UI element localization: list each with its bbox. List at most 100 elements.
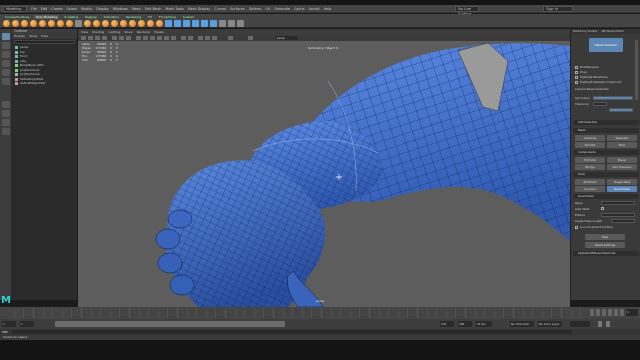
bevel-button[interactable]: Bevel (607, 157, 637, 163)
current-frame-field[interactable]: 1 (626, 309, 638, 316)
time-slider[interactable]: 1 (0, 307, 640, 319)
keyboard-shortcuts-section[interactable]: Keyboard/Mouse Shortcuts (573, 251, 639, 256)
workspace-selector[interactable]: Modeling (3, 5, 27, 12)
poly-sphere-icon[interactable] (3, 20, 10, 27)
nearest-component-checkbox[interactable] (575, 81, 578, 84)
menu-deform[interactable]: Deform (249, 6, 262, 12)
menu-uv[interactable]: UV (265, 6, 270, 12)
poly-cone-icon[interactable] (30, 20, 37, 27)
playback-speed-dropdown[interactable] (570, 321, 590, 327)
live-surface-field[interactable]: No Live Surface (455, 5, 480, 16)
camera-attributes-icon[interactable] (88, 36, 93, 40)
poly-pipe-icon[interactable] (66, 20, 73, 27)
gamma-icon[interactable] (248, 36, 253, 40)
pick-marquee-checkbox[interactable] (575, 66, 578, 69)
poly-cylinder-icon[interactable] (21, 20, 28, 27)
symmetry-option-field[interactable] (609, 108, 633, 112)
menu-display[interactable]: Display (96, 6, 109, 12)
image-plane-icon[interactable] (102, 36, 107, 40)
outliner-menu-show[interactable]: Show (29, 34, 37, 39)
object-selection-button[interactable]: Object Selection (589, 38, 623, 52)
toolkit-scrollbar[interactable] (635, 40, 638, 100)
step-forward-icon[interactable] (614, 309, 618, 316)
outliner-search-input[interactable] (14, 40, 75, 44)
menu-surfaces[interactable]: Surfaces (230, 6, 245, 12)
bevel-icon[interactable] (147, 20, 154, 27)
depth-of-field-icon[interactable] (212, 36, 217, 40)
add-divisions-button[interactable]: Add Divisions (607, 164, 637, 170)
menu-curves[interactable]: Curves (214, 6, 226, 12)
select-tool-icon[interactable] (2, 33, 10, 40)
multi-cut-button[interactable]: Multi-Cut (575, 179, 605, 185)
play-forward-icon[interactable] (608, 309, 612, 316)
shelf-tab[interactable]: Animation (102, 15, 121, 19)
exposure-icon[interactable] (228, 36, 233, 40)
menu-select[interactable]: Select (67, 6, 77, 12)
planar-map-icon[interactable] (201, 20, 208, 27)
target-weld-icon[interactable] (174, 20, 181, 27)
sign-in-button[interactable]: Sign In (543, 5, 574, 12)
boolean-icon[interactable] (120, 20, 127, 27)
shadows-icon[interactable] (171, 36, 176, 40)
layout-persp-graph-icon[interactable] (2, 119, 10, 126)
smooth-icon[interactable] (111, 20, 118, 27)
quad-draw-button[interactable]: Quad Draw (607, 186, 637, 192)
bookmark-icon[interactable] (95, 36, 100, 40)
range-start-field[interactable]: 1 (20, 321, 34, 327)
shelf-tab[interactable]: FX Caching (157, 15, 178, 19)
go-to-end-icon[interactable] (620, 309, 624, 316)
anim-prefs-icon[interactable] (606, 321, 610, 327)
outliner-item[interactable]: defaultObjectSet (12, 81, 77, 86)
smooth-shade-icon[interactable] (143, 36, 148, 40)
menu-modify[interactable]: Modify (81, 6, 92, 12)
bridge-icon[interactable] (156, 20, 163, 27)
auto-key-icon[interactable] (598, 321, 602, 327)
fps-dropdown[interactable]: 24 fps (476, 321, 492, 327)
outliner-menu-help[interactable]: Help (41, 34, 48, 39)
extract-icon[interactable] (102, 20, 109, 27)
character-set-dropdown[interactable]: No Character Set (510, 321, 534, 332)
shelf-tab[interactable]: Custom (181, 15, 197, 19)
shelf-tab[interactable]: Rendering (124, 15, 143, 19)
go-to-start-icon[interactable] (590, 309, 594, 316)
shelf-tab-active[interactable]: Poly Modeling (34, 15, 60, 19)
layout-outliner-icon[interactable] (2, 128, 10, 135)
wireframe-icon[interactable] (136, 36, 141, 40)
anti-aliasing-icon[interactable] (205, 36, 210, 40)
poly-disc-icon[interactable] (57, 20, 64, 27)
reset-settings-button[interactable]: Reset Settings (585, 242, 625, 248)
tab-modeling-toolkit[interactable]: Modeling Toolkit (573, 29, 597, 34)
extrude-button[interactable]: Extrude (575, 157, 605, 163)
grid-icon[interactable] (112, 36, 117, 40)
anim-end-field[interactable]: 200 (458, 321, 472, 327)
scale-tool-icon[interactable] (2, 78, 10, 85)
wireframe-on-shaded-icon[interactable] (150, 36, 155, 40)
menu-edit[interactable]: Edit (41, 6, 48, 12)
menu-create[interactable]: Create (51, 6, 62, 12)
isolate-select-icon[interactable] (188, 36, 193, 40)
extrude-icon[interactable] (138, 20, 145, 27)
select-camera-icon[interactable] (81, 36, 86, 40)
shelf-tab[interactable]: Rigging (83, 15, 98, 19)
viewport-persp[interactable]: View Shading Lighting Show Renderer Pane… (78, 29, 570, 307)
extend-field[interactable] (601, 213, 635, 217)
menu-mesh-display[interactable]: Mesh Display (188, 6, 211, 12)
connect-button[interactable]: Connect (575, 186, 605, 192)
snap-grid-icon[interactable] (219, 20, 226, 27)
snap-point-icon[interactable] (237, 20, 244, 27)
start-frame-field[interactable]: 1 (2, 321, 16, 327)
layout-single-icon[interactable] (2, 101, 10, 108)
combine-icon[interactable] (84, 20, 91, 27)
auto-uv-icon[interactable] (210, 20, 217, 27)
relax-slider[interactable] (601, 201, 635, 205)
menu-windows[interactable]: Windows (113, 6, 128, 12)
separate-button[interactable]: Separate (607, 135, 637, 141)
multi-cut-icon[interactable] (165, 20, 172, 27)
separate-icon[interactable] (93, 20, 100, 27)
auto-weld-checkbox[interactable] (601, 207, 604, 210)
layout-four-icon[interactable] (2, 110, 10, 117)
menu-help[interactable]: Help (324, 6, 332, 12)
tolerance-field[interactable] (593, 102, 607, 106)
film-gate-icon[interactable] (119, 36, 124, 40)
camera-name-field[interactable]: persp (276, 36, 298, 40)
